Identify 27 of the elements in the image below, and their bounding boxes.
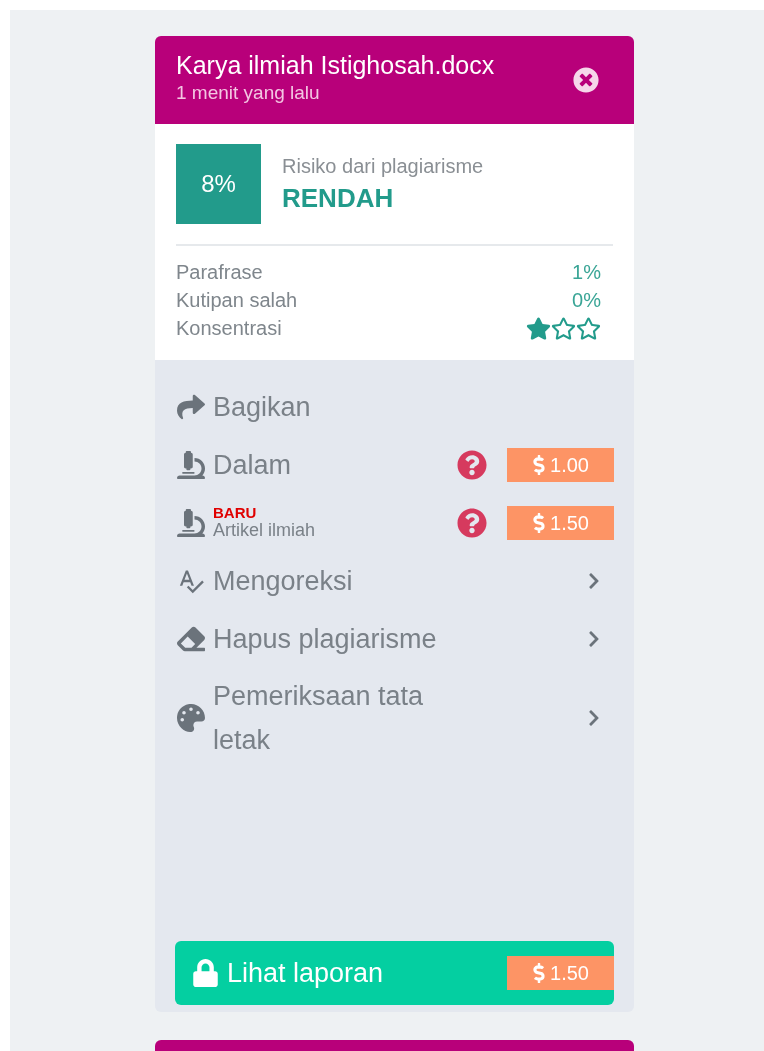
risk-label: Risiko dari plagiarisme	[282, 154, 484, 179]
menu-label: Artikel ilmiah	[213, 520, 317, 540]
risk-level: RENDAH	[282, 182, 395, 215]
metric-label: Konsentrasi	[176, 316, 282, 341]
metric-value: 1%	[572, 260, 601, 285]
new-label: BARU	[213, 506, 257, 520]
menu-item[interactable]: Hapus plagiarisme	[175, 610, 614, 668]
menu-label: Pemeriksaan tata letak	[213, 680, 425, 757]
menu-label: Dalam	[213, 448, 293, 482]
menu-item[interactable]: Bagikan	[175, 378, 614, 436]
price: 1.00	[550, 453, 589, 478]
menu-item[interactable]: Pemeriksaan tata letak	[175, 668, 614, 768]
document-title: Karya ilmiah Istighosah.docx	[176, 50, 495, 80]
menu-label: Mengoreksi	[213, 565, 354, 598]
menu-item[interactable]: Mengoreksi	[175, 552, 614, 610]
menu-item[interactable]: BARU Artikel ilmiah 1.50	[175, 494, 614, 552]
menu-label: Bagikan	[213, 390, 312, 424]
view-report-button[interactable]: Lihat laporan 1.50	[175, 941, 614, 1005]
price: 1.50	[550, 961, 589, 986]
metric-label: Parafrase	[176, 260, 263, 285]
risk-percent: 8%	[176, 144, 261, 224]
menu-label: Hapus plagiarisme	[213, 623, 438, 656]
menu-item[interactable]: Dalam 1.00	[175, 436, 614, 494]
metric-value: 0%	[572, 288, 601, 313]
price: 1.50	[550, 511, 589, 536]
document-time: 1 menit yang lalu	[176, 81, 321, 105]
metric-label: Kutipan salah	[176, 288, 298, 313]
